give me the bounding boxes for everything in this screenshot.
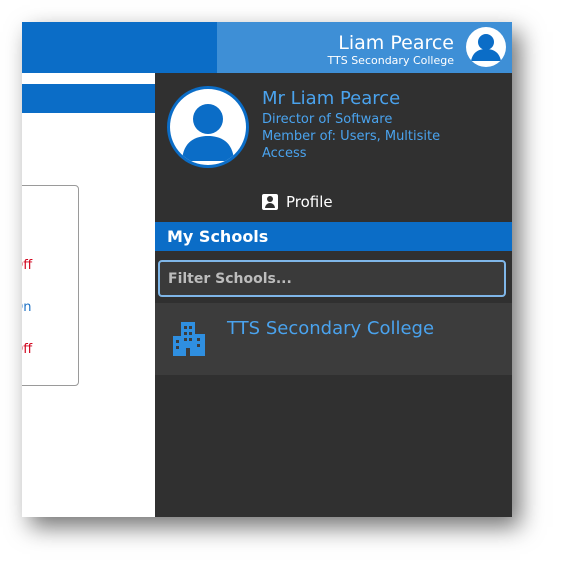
sub-bar [22, 84, 155, 113]
user-avatar-icon[interactable] [466, 27, 506, 67]
school-item[interactable]: TTS Secondary College [155, 303, 512, 375]
profile-link[interactable]: Profile [262, 193, 333, 211]
user-name: Liam Pearce [338, 32, 454, 54]
top-bar [22, 22, 217, 73]
status-off-1[interactable]: Off [22, 258, 32, 273]
profile-role: Director of Software [262, 112, 393, 127]
status-on[interactable]: On [22, 300, 31, 315]
profile-name: Mr Liam Pearce [262, 88, 401, 109]
user-header[interactable]: Liam Pearce TTS Secondary College [217, 22, 512, 73]
profile-membership: Member of: Users, Multisite Access [262, 129, 441, 161]
contact-card-icon [262, 194, 278, 210]
my-schools-title: My Schools [155, 222, 512, 251]
settings-card: Off On Off [22, 185, 79, 386]
profile-link-label: Profile [286, 193, 333, 211]
status-off-2[interactable]: Off [22, 342, 32, 357]
app-window: Off On Off Liam Pearce TTS Secondary Col… [22, 22, 512, 517]
user-school: TTS Secondary College [327, 54, 454, 67]
building-icon [171, 320, 207, 358]
user-drawer: Mr Liam Pearce Director of Software Memb… [155, 73, 512, 517]
profile-avatar-icon [167, 86, 249, 168]
filter-schools-input[interactable] [158, 260, 506, 297]
school-name: TTS Secondary College [227, 318, 435, 339]
